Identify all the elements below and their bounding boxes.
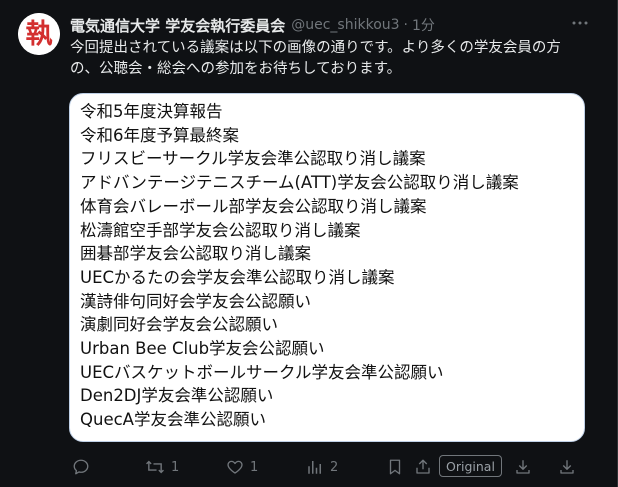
action-bar: 1 1 2 Original [68,455,588,478]
reply-button[interactable] [72,456,96,478]
tweet-text-line: の、公聴会・総会への参加をお待ちしております。 [70,61,402,77]
agenda-item: 令和6年度予算最終案 [80,125,239,145]
avatar[interactable]: 執 [18,13,60,55]
separator-dot: · [403,17,408,33]
retweet-count: 1 [171,459,180,475]
display-name[interactable]: 電気通信大学 学友会執行委員会 [70,15,285,36]
reply-icon [73,459,89,475]
agenda-item: Den2DJ学友会準公認願い [80,386,274,406]
agenda-list: 令和5年度決算報告 令和6年度予算最終案フリスビーサークル学友会準公認取り消し議案… [80,100,578,432]
retweet-icon [146,460,164,474]
download-all-button[interactable] [558,456,576,478]
tweet-text-line: 今回提出されている議案は以下の画像の通りです。より多くの学友会員の方 [70,40,561,56]
attached-image[interactable]: 令和5年度決算報告 令和6年度予算最終案フリスビーサークル学友会準公認取り消し議案… [69,93,585,442]
agenda-item: 漢詩俳句同好会学友会公認願い [80,291,311,311]
image-content: 令和5年度決算報告 令和6年度予算最終案フリスビーサークル学友会準公認取り消し議案… [80,100,578,435]
agenda-item: Urban Bee Club学友会公認願い [80,339,325,359]
avatar-logo-icon: 執 [18,13,60,55]
agenda-item: 体育会バレーボール部学友会公認取り消し議案 [80,196,427,216]
agenda-item: 囲碁部学友会公認取り消し議案 [80,244,311,264]
agenda-item: QuecA学友会準公認願い [80,410,266,430]
download-button[interactable] [514,456,532,478]
bookmark-icon [389,459,401,475]
analytics-icon [308,461,321,474]
tweet-text: 今回提出されている議案は以下の画像の通りです。より多くの学友会員の方 の、公聴会… [70,38,590,80]
agenda-item: フリスビーサークル学友会準公認取り消し議案 [80,149,426,169]
heart-icon [227,460,243,474]
download-icon [560,460,574,474]
avatar-char: 執 [26,19,53,50]
like-count: 1 [250,459,259,475]
like-button[interactable]: 1 [226,456,258,478]
tweet-header: 電気通信大学 学友会執行委員会 @uec_shikkou3 · 1分 [70,14,435,36]
download-icon [516,460,530,474]
bookmark-button[interactable] [386,456,404,478]
original-image-button[interactable]: Original [439,455,502,477]
agenda-item: 令和5年度決算報告 [80,102,223,121]
agenda-item: UECバスケットボールサークル学友会準公認願い [80,362,444,382]
retweet-button[interactable]: 1 [145,456,179,478]
timestamp[interactable]: 1分 [412,15,435,35]
share-button[interactable] [414,456,432,478]
views-button[interactable]: 2 [306,456,338,478]
agenda-item: 演劇同好会学友会公認願い [80,315,278,335]
views-count: 2 [330,459,339,475]
tweet-card: 執 電気通信大学 学友会執行委員会 @uec_shikkou3 · 1分 今回提… [0,0,618,487]
user-handle[interactable]: @uec_shikkou3 [291,17,399,33]
more-options-icon[interactable] [569,12,591,34]
agenda-item: 松濤館空手部学友会公認取り消し議案 [80,220,361,240]
agenda-item: アドバンテージテニスチーム(ATT)学友会公認取り消し議案 [80,173,519,193]
agenda-item: UECかるたの会学友会準公認取り消し議案 [80,267,395,287]
share-icon [416,459,430,474]
